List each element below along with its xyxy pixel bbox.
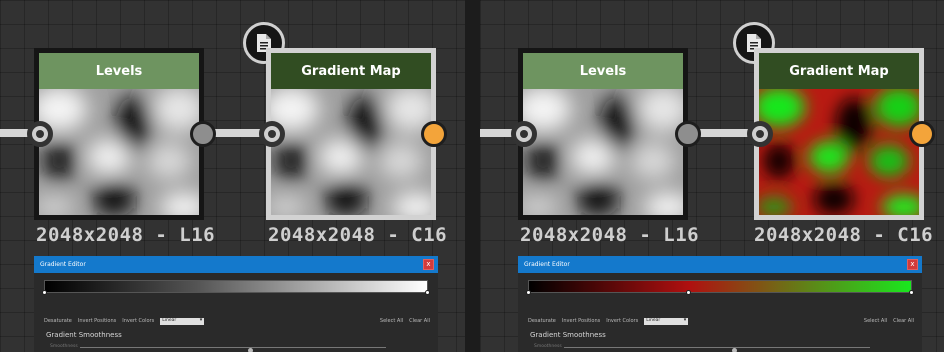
node-graph-panel-left[interactable]: Levels Gradient Map 2048x2048 - L16 2048… <box>0 0 465 352</box>
gradient-map-node-title: Gradient Map <box>759 53 919 89</box>
gradient-map-thumbnail <box>759 89 919 215</box>
levels-thumbnail <box>39 89 199 215</box>
gradient-preview-bar[interactable] <box>42 280 430 295</box>
gradient-map-node[interactable]: Gradient Map <box>754 48 924 220</box>
gradient-editor-window: Gradient Editor x Desaturate Invert Posi… <box>34 256 438 352</box>
levels-node-title: Levels <box>523 53 683 89</box>
levels-node-title: Levels <box>39 53 199 89</box>
smoothness-slider[interactable] <box>564 347 870 352</box>
interpolation-select[interactable]: Linear <box>644 317 689 325</box>
gradient-map-resolution-label: 2048x2048 - C16 <box>268 224 448 246</box>
panel-divider <box>465 0 480 352</box>
gradient-stop[interactable] <box>42 290 47 295</box>
invert-positions-button[interactable]: Invert Positions <box>562 318 600 324</box>
clear-all-button[interactable]: Clear All <box>893 318 914 324</box>
interpolation-value: Linear <box>646 317 661 323</box>
input-wire <box>0 129 30 137</box>
smoothness-slider-row: Smoothness <box>50 344 426 352</box>
levels-input-port[interactable] <box>511 121 537 147</box>
gradient-map-resolution-label: 2048x2048 - C16 <box>754 224 934 246</box>
invert-colors-button[interactable]: Invert Colors <box>122 318 154 324</box>
levels-resolution-label: 2048x2048 - L16 <box>36 224 216 246</box>
levels-output-port[interactable] <box>190 121 216 147</box>
select-all-button[interactable]: Select All <box>380 318 403 324</box>
gradient-map-output-port[interactable] <box>421 121 447 147</box>
levels-node[interactable]: Levels <box>34 48 204 220</box>
gradient-editor-title: Gradient Editor <box>524 261 570 268</box>
gradient-map-thumbnail <box>271 89 431 215</box>
close-icon[interactable]: x <box>907 259 918 270</box>
invert-positions-button[interactable]: Invert Positions <box>78 318 116 324</box>
gradient-stop[interactable] <box>526 290 531 295</box>
levels-input-port[interactable] <box>27 121 53 147</box>
interpolation-select[interactable]: Linear <box>160 317 205 325</box>
smoothness-slider-handle[interactable] <box>732 348 738 352</box>
smoothness-slider-label: Smoothness <box>50 344 78 349</box>
gradient-editor-titlebar[interactable]: Gradient Editor x <box>518 256 922 273</box>
close-icon[interactable]: x <box>423 259 434 270</box>
levels-output-port[interactable] <box>675 121 701 147</box>
gradient-editor-window: Gradient Editor x Desaturate Invert Posi… <box>518 256 922 352</box>
gradient-stop[interactable] <box>909 290 914 295</box>
gradient-editor-titlebar[interactable]: Gradient Editor x <box>34 256 438 273</box>
select-all-button[interactable]: Select All <box>864 318 887 324</box>
invert-colors-button[interactable]: Invert Colors <box>606 318 638 324</box>
gradient-map-output-port[interactable] <box>909 121 935 147</box>
interpolation-value: Linear <box>162 317 177 323</box>
gradient-smoothness-label: Gradient Smoothness <box>530 331 606 339</box>
levels-thumbnail <box>523 89 683 215</box>
gradient-stop[interactable] <box>685 290 691 295</box>
desaturate-button[interactable]: Desaturate <box>44 318 72 324</box>
desaturate-button[interactable]: Desaturate <box>528 318 556 324</box>
gradient-preview-bar[interactable] <box>526 280 914 295</box>
node-graph-panel-right[interactable]: Levels Gradient Map 2048x2048 - L16 2048… <box>480 0 944 352</box>
gradient-editor-controls: Desaturate Invert Positions Invert Color… <box>528 317 914 325</box>
gradient-editor-title: Gradient Editor <box>40 261 86 268</box>
gradient-map-node-title: Gradient Map <box>271 53 431 89</box>
gradient-smoothness-label: Gradient Smoothness <box>46 331 122 339</box>
gradient-map-node[interactable]: Gradient Map <box>266 48 436 220</box>
clear-all-button[interactable]: Clear All <box>409 318 430 324</box>
levels-node[interactable]: Levels <box>518 48 688 220</box>
levels-resolution-label: 2048x2048 - L16 <box>520 224 700 246</box>
smoothness-slider-label: Smoothness <box>534 344 562 349</box>
smoothness-slider[interactable] <box>80 347 386 352</box>
gradient-editor-controls: Desaturate Invert Positions Invert Color… <box>44 317 430 325</box>
gradient-map-input-port[interactable] <box>259 121 285 147</box>
gradient-map-input-port[interactable] <box>747 121 773 147</box>
smoothness-slider-row: Smoothness <box>534 344 910 352</box>
smoothness-slider-handle[interactable] <box>248 348 254 352</box>
gradient-stop[interactable] <box>425 290 430 295</box>
